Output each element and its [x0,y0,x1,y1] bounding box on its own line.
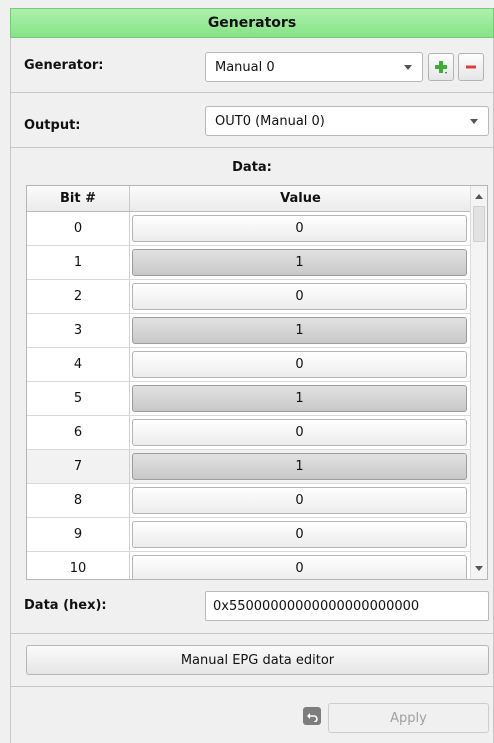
table-row: 60 [27,416,471,450]
output-select[interactable]: OUT0 (Manual 0) [205,106,489,136]
bit-number: 0 [27,212,130,245]
remove-generator-button[interactable] [458,53,484,81]
table-row: 40 [27,348,471,382]
apply-button[interactable]: Apply [328,703,489,733]
bit-toggle-button[interactable]: 0 [132,215,467,242]
bit-value-cell: 0 [130,416,471,449]
bit-number: 9 [27,518,130,551]
bit-toggle-button[interactable]: 1 [132,453,467,480]
scroll-thumb[interactable] [473,206,485,242]
divider [10,686,494,687]
bit-number: 7 [27,450,130,483]
bit-number: 1 [27,246,130,279]
bit-toggle-button[interactable]: 0 [132,283,467,310]
column-header-value[interactable]: Value [130,186,471,211]
undo-icon[interactable] [303,707,321,725]
bit-value-cell: 0 [130,518,471,551]
add-generator-button[interactable] [428,53,454,81]
table-row: 20 [27,280,471,314]
bit-value-cell: 0 [130,212,471,245]
panel-title: Generators [10,8,494,38]
table-row: 11 [27,246,471,280]
bit-toggle-button[interactable]: 0 [132,555,467,579]
generator-select[interactable]: Manual 0 [205,52,423,82]
bit-number: 4 [27,348,130,381]
panel-title-text: Generators [207,15,297,31]
bit-toggle-button[interactable]: 1 [132,385,467,412]
hex-data-field[interactable]: 0x55000000000000000000000 [205,591,489,621]
table-body: 0 0 1 1 2 0 3 1 4 0 5 1 6 0 7 1 8 0 9 0 10 0 [27,212,471,579]
bit-table: Bit # Value 0 0 1 1 2 0 3 1 4 0 5 1 6 0 7 1 8 0 9 0 10 0 [26,185,488,580]
scroll-up-icon[interactable] [475,194,483,199]
bit-value-cell: 0 [130,484,471,517]
bit-value-cell: 1 [130,314,471,347]
bit-number: 8 [27,484,130,517]
table-row: 71 [27,450,471,484]
bit-number: 6 [27,416,130,449]
generator-label: Generator: [24,58,104,73]
table-row: 80 [27,484,471,518]
divider [10,633,494,634]
add-icon [435,61,447,74]
bit-toggle-button[interactable]: 0 [132,487,467,514]
bit-number: 10 [27,552,130,579]
output-label: Output: [24,118,81,133]
table-header: Bit # Value [27,186,471,212]
scroll-down-icon[interactable] [475,566,483,571]
bit-number: 2 [27,280,130,313]
bit-value-cell: 0 [130,348,471,381]
chevron-down-icon [404,65,412,70]
bit-toggle-button[interactable]: 1 [132,249,467,276]
bit-toggle-button[interactable]: 0 [132,419,467,446]
divider [10,92,494,93]
remove-icon [466,65,476,69]
bit-number: 3 [27,314,130,347]
data-heading: Data: [232,160,272,175]
bit-value-cell: 0 [130,552,471,579]
manual-epg-data-editor-button[interactable]: Manual EPG data editor [26,645,489,675]
hex-data-value: 0x55000000000000000000000 [213,598,420,614]
table-row: 10 0 [27,552,471,579]
bit-toggle-button[interactable]: 1 [132,317,467,344]
chevron-down-icon [470,119,478,124]
bit-value-cell: 0 [130,280,471,313]
bit-toggle-button[interactable]: 0 [132,521,467,548]
bit-value-cell: 1 [130,246,471,279]
column-header-bit[interactable]: Bit # [27,186,130,211]
generator-select-value: Manual 0 [215,59,275,75]
output-select-value: OUT0 (Manual 0) [215,113,325,129]
hex-label: Data (hex): [24,598,107,613]
bit-value-cell: 1 [130,382,471,415]
table-row: 00 [27,212,471,246]
undo-arrow-icon [307,713,318,722]
table-row: 31 [27,314,471,348]
bit-number: 5 [27,382,130,415]
table-row: 90 [27,518,471,552]
table-scrollbar[interactable] [470,186,487,579]
bit-toggle-button[interactable]: 0 [132,351,467,378]
bit-value-cell: 1 [130,450,471,483]
table-row: 51 [27,382,471,416]
divider [10,147,494,148]
